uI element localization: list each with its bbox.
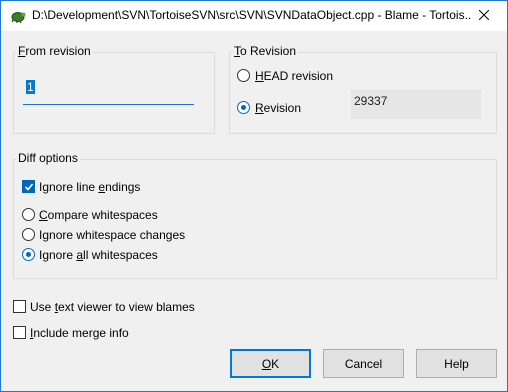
ok-button[interactable]: OK [230,349,311,378]
close-button[interactable] [461,1,507,31]
ignore-whitespace-changes-radio[interactable] [22,228,35,241]
revision-number-field[interactable]: 29337 [351,90,481,119]
head-revision-label[interactable]: HEAD revision [255,69,333,83]
use-text-viewer-checkbox[interactable] [13,300,26,313]
include-merge-info-checkbox[interactable] [13,326,26,339]
blame-dialog: D:\Development\SVN\TortoiseSVN\src\SVN\S… [0,0,508,392]
diff-options-label: Diff options [16,151,80,165]
head-revision-radio[interactable] [237,69,250,82]
title-bar[interactable]: D:\Development\SVN\TortoiseSVN\src\SVN\S… [1,1,507,31]
include-merge-info-label[interactable]: Include merge info [30,326,129,340]
window-title: D:\Development\SVN\TortoiseSVN\src\SVN\S… [32,8,472,22]
compare-whitespaces-radio[interactable] [22,208,35,221]
close-icon [478,9,490,23]
compare-whitespaces-label[interactable]: Compare whitespaces [39,208,158,222]
from-revision-label: From revision [16,44,93,58]
ignore-all-whitespaces-radio[interactable] [22,248,35,261]
ignore-whitespace-changes-label[interactable]: Ignore whitespace changes [39,228,185,242]
help-button[interactable]: Help [416,349,497,378]
ignore-line-endings-checkbox[interactable] [22,180,35,193]
use-text-viewer-label[interactable]: Use text viewer to view blames [30,300,195,314]
revision-label[interactable]: Revision [255,101,301,115]
ignore-all-whitespaces-label[interactable]: Ignore all whitespaces [39,248,158,262]
revision-radio[interactable] [237,101,250,114]
cancel-button[interactable]: Cancel [323,349,404,378]
from-revision-input[interactable]: 1 [23,76,194,105]
tortoise-icon [10,8,26,24]
to-revision-label: To Revision [232,44,299,58]
ignore-line-endings-label[interactable]: Ignore line endings [39,180,140,194]
